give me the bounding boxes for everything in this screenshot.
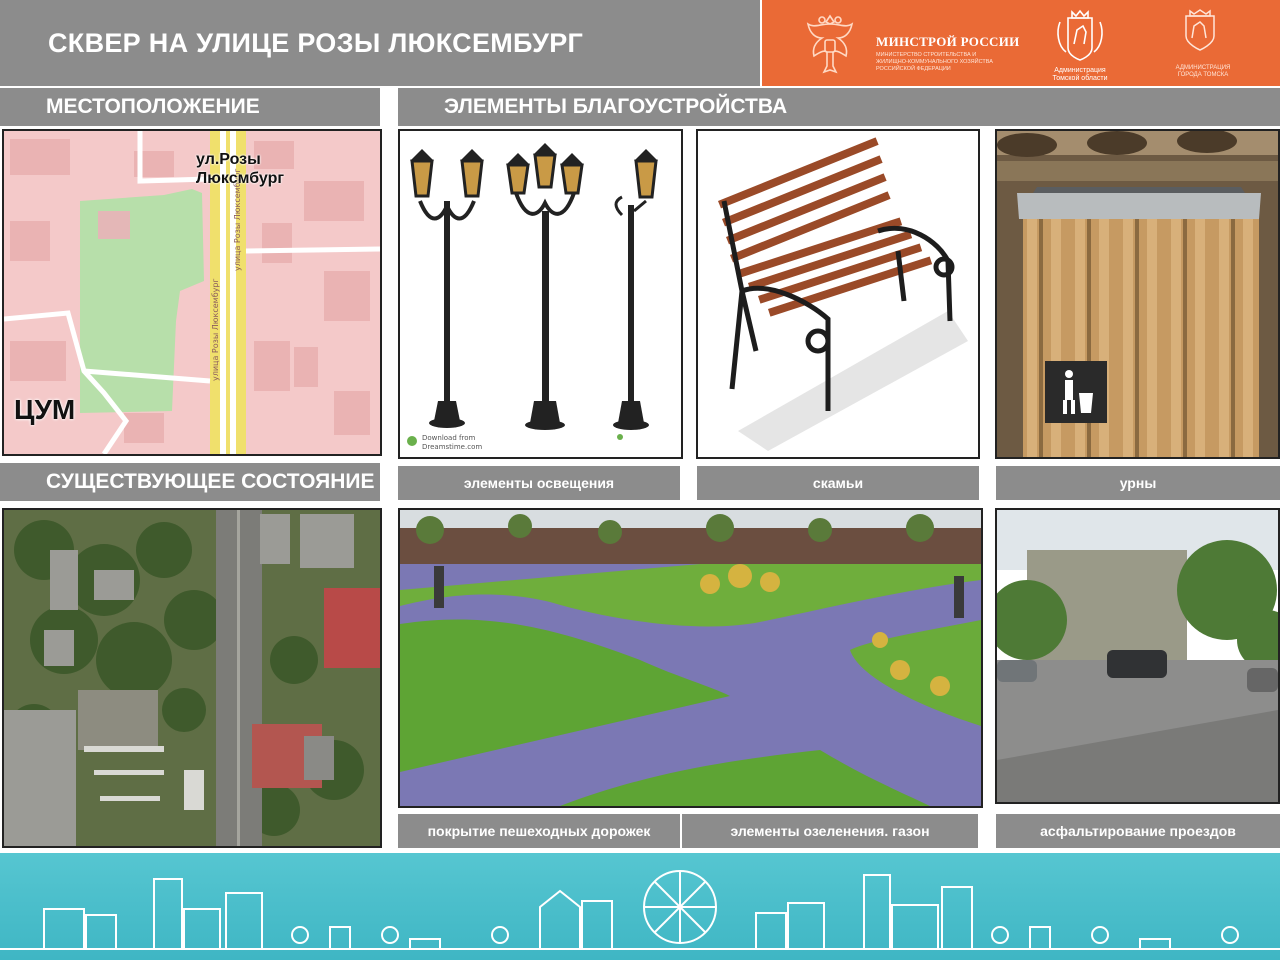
city-skyline-footer — [0, 853, 1280, 960]
caption-greenery: элементы озеленения. газон — [682, 814, 978, 848]
street-photo — [995, 508, 1280, 804]
caption-benches: скамьи — [697, 466, 979, 500]
city-admin-label: АДМИНИСТРАЦИЯ ГОРОДА ТОМСКА — [1175, 65, 1231, 78]
bench-image — [696, 129, 980, 459]
section-elements-title: ЭЛЕМЕНТЫ БЛАГОУСТРОЙСТВА — [398, 88, 1280, 126]
watermark-site-text: Dreamstime.com — [422, 443, 482, 451]
oblast-admin-label: Администрация Томской области — [1052, 67, 1108, 82]
section-existing-title: СУЩЕСТВУЮЩЕЕ СОСТОЯНИЕ — [0, 463, 380, 501]
trash-bin-image — [995, 129, 1280, 459]
caption-asphalt: асфальтирование проездов — [996, 814, 1280, 848]
map-street-label: ул.Розы Люксмбург — [196, 151, 285, 187]
ministry-name: МИНСТРОЙ РОССИИ — [876, 34, 1020, 49]
russia-coat-of-arms-icon — [800, 10, 860, 78]
caption-paths: покрытие пешеходных дорожек — [398, 814, 680, 848]
ministry-subtitle: МИНИСТЕРСТВО СТРОИТЕЛЬСТВА И ЖИЛИЩНО-КОМ… — [876, 52, 993, 72]
map-landmark-label: ЦУМ — [14, 394, 76, 425]
tomsk-city-coat-of-arms-icon — [1182, 8, 1218, 52]
svg-text:улица Розы Люксембург: улица Розы Люксембург — [211, 278, 220, 381]
aerial-photo — [2, 508, 382, 848]
tomsk-oblast-coat-of-arms-icon — [1050, 8, 1110, 64]
watermark-download-text: Download from — [422, 434, 475, 442]
caption-bins: урны — [996, 466, 1280, 500]
section-location-title: МЕСТОПОЛОЖЕНИЕ — [0, 88, 380, 126]
park-path-photo — [398, 508, 983, 808]
page-title: СКВЕР НА УЛИЦЕ РОЗЫ ЛЮКСЕМБУРГ — [48, 28, 584, 58]
caption-lighting: элементы освещения — [398, 466, 680, 500]
lighting-image: Download from Dreamstime.com — [398, 129, 683, 459]
